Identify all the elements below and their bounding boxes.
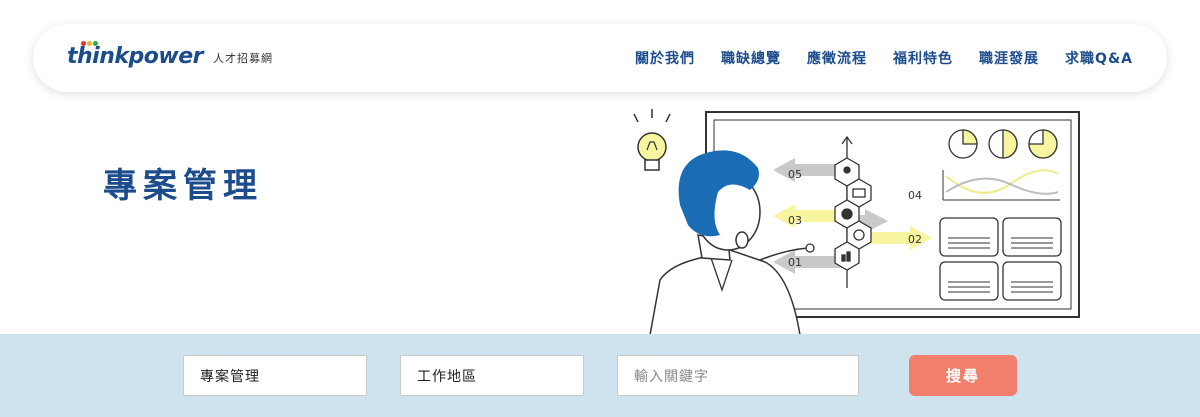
logo-subtitle: 人才招募網 — [212, 52, 273, 65]
nav-item-career[interactable]: 職涯發展 — [979, 48, 1039, 68]
page-title: 專案管理 — [103, 166, 263, 206]
logo-dot-yellow — [87, 41, 92, 46]
logo-wordmark: thinkpower — [67, 41, 203, 69]
nav-item-benefits[interactable]: 福利特色 — [893, 48, 953, 68]
search-button[interactable]: 搜尋 — [909, 355, 1017, 396]
lightbulb-icon — [633, 109, 671, 171]
step-label-01: 01 — [788, 256, 802, 269]
nav-item-about[interactable]: 關於我們 — [635, 48, 695, 68]
main-nav: 關於我們 職缺總覽 應徵流程 福利特色 職涯發展 求職Q&A — [635, 24, 1133, 92]
nav-item-jobs[interactable]: 職缺總覽 — [721, 48, 781, 68]
nav-item-process[interactable]: 應徵流程 — [807, 48, 867, 68]
location-select[interactable]: 工作地區 — [400, 355, 584, 396]
step-label-04: 04 — [908, 189, 922, 202]
search-bar: 專案管理 工作地區 輸入關鍵字 搜尋 — [0, 334, 1200, 417]
keyword-input[interactable]: 輸入關鍵字 — [617, 355, 859, 396]
logo-word: thinkpower — [67, 44, 203, 69]
header: thinkpower 人才招募網 關於我們 職缺總覽 應徵流程 福利特色 職涯發… — [33, 24, 1167, 92]
logo-dots — [81, 41, 98, 46]
pie-charts — [948, 129, 1058, 159]
nav-item-faq[interactable]: 求職Q&A — [1065, 48, 1133, 68]
logo[interactable]: thinkpower 人才招募網 — [67, 41, 273, 69]
presentation-illustration: 05 04 03 02 01 — [633, 109, 1080, 335]
step-label-02: 02 — [908, 233, 922, 246]
logo-dot-red — [81, 41, 86, 46]
step-label-05: 05 — [788, 168, 802, 181]
logo-dot-green — [93, 41, 98, 46]
step-label-03: 03 — [788, 214, 802, 227]
category-select[interactable]: 專案管理 — [183, 355, 367, 396]
page: thinkpower 人才招募網 關於我們 職缺總覽 應徵流程 福利特色 職涯發… — [0, 0, 1200, 417]
